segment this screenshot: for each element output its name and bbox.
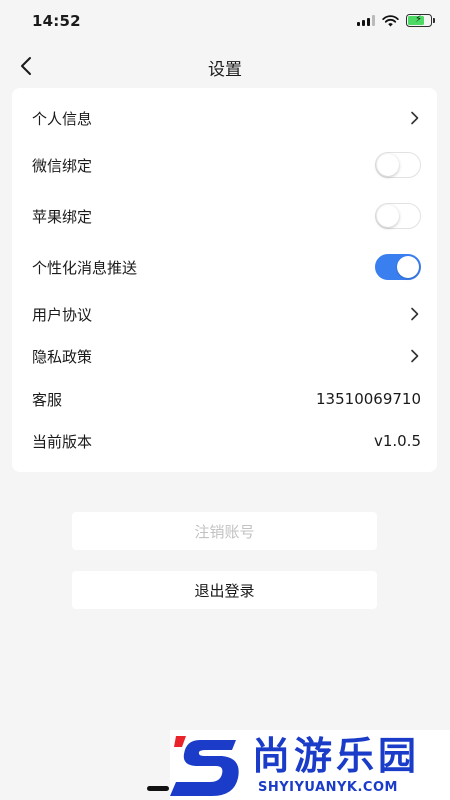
- home-indicator: [147, 786, 169, 791]
- row-personalized-push: 个性化消息推送: [12, 244, 437, 290]
- personal-info-label: 个人信息: [32, 109, 93, 128]
- row-wechat-bind: 微信绑定: [12, 142, 437, 188]
- current-version-label: 当前版本: [32, 432, 93, 451]
- personalized-push-label: 个性化消息推送: [32, 258, 138, 277]
- watermark-logo: 尚游乐园 SHYIYUANYK.COM: [170, 730, 450, 800]
- privacy-policy-label: 隐私政策: [32, 347, 93, 366]
- wifi-icon: [382, 14, 399, 26]
- wechat-bind-toggle[interactable]: [375, 152, 421, 178]
- signal-icon: [357, 15, 375, 26]
- status-bar: 14:52 ⚡: [0, 0, 450, 44]
- s-logo-icon: [170, 736, 239, 796]
- cancel-account-button[interactable]: 注销账号: [72, 512, 377, 550]
- user-agreement-label: 用户协议: [32, 305, 93, 324]
- page-title: 设置: [208, 60, 242, 80]
- logout-button[interactable]: 退出登录: [72, 571, 377, 609]
- battery-charging-icon: ⚡: [406, 14, 435, 27]
- apple-bind-label: 苹果绑定: [32, 207, 93, 226]
- watermark-name: 尚游乐园: [252, 734, 421, 778]
- customer-service-label: 客服: [32, 390, 63, 409]
- chevron-right-icon: [407, 307, 421, 321]
- chevron-right-icon: [407, 349, 421, 363]
- status-icons: ⚡: [357, 14, 435, 27]
- wechat-bind-label: 微信绑定: [32, 156, 93, 175]
- apple-bind-toggle[interactable]: [375, 203, 421, 229]
- chevron-right-icon: [407, 111, 421, 125]
- row-user-agreement[interactable]: 用户协议: [12, 291, 437, 337]
- row-customer-service[interactable]: 客服 13510069710: [12, 376, 437, 422]
- settings-screen: 14:52 ⚡ 设置 个人信息 微信绑定 苹果绑定 个性化消息推送 用户协议 隐…: [0, 0, 450, 800]
- settings-card: 个人信息 微信绑定 苹果绑定 个性化消息推送 用户协议 隐私政策 客服 1351…: [12, 88, 437, 472]
- customer-service-phone[interactable]: 13510069710: [316, 390, 421, 408]
- status-time: 14:52: [32, 12, 81, 30]
- current-version-value: v1.0.5: [373, 432, 421, 450]
- row-current-version: 当前版本 v1.0.5: [12, 418, 437, 464]
- nav-bar: 设置: [0, 44, 450, 88]
- row-personal-info[interactable]: 个人信息: [12, 95, 437, 141]
- row-apple-bind: 苹果绑定: [12, 193, 437, 239]
- row-privacy-policy[interactable]: 隐私政策: [12, 333, 437, 379]
- personalized-push-toggle[interactable]: [375, 254, 421, 280]
- watermark-url: SHYIYUANYK.COM: [258, 780, 398, 795]
